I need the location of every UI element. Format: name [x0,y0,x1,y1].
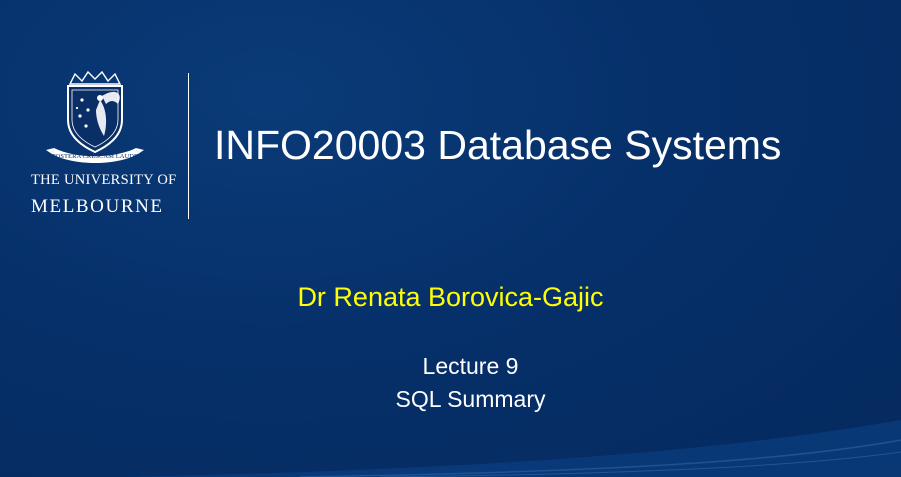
lecture-number: Lecture 9 [422,353,519,379]
university-name-line1: THE UNIVERSITY OF [31,172,177,188]
title-slide: POSTERA CRESCAM LAUDE THE UNIVERSITY OF … [0,0,901,477]
university-name-line2: MELBOURNE [31,196,164,217]
university-crest-logo: POSTERA CRESCAM LAUDE [46,70,144,163]
lecture-topic: SQL Summary [395,386,546,412]
presenter-name: Dr Renata Borovica-Gajic [297,282,604,312]
slide-title: INFO20003 Database Systems [214,122,782,168]
logo-divider [188,73,189,219]
motto-text: POSTERA CRESCAM LAUDE [52,153,138,160]
